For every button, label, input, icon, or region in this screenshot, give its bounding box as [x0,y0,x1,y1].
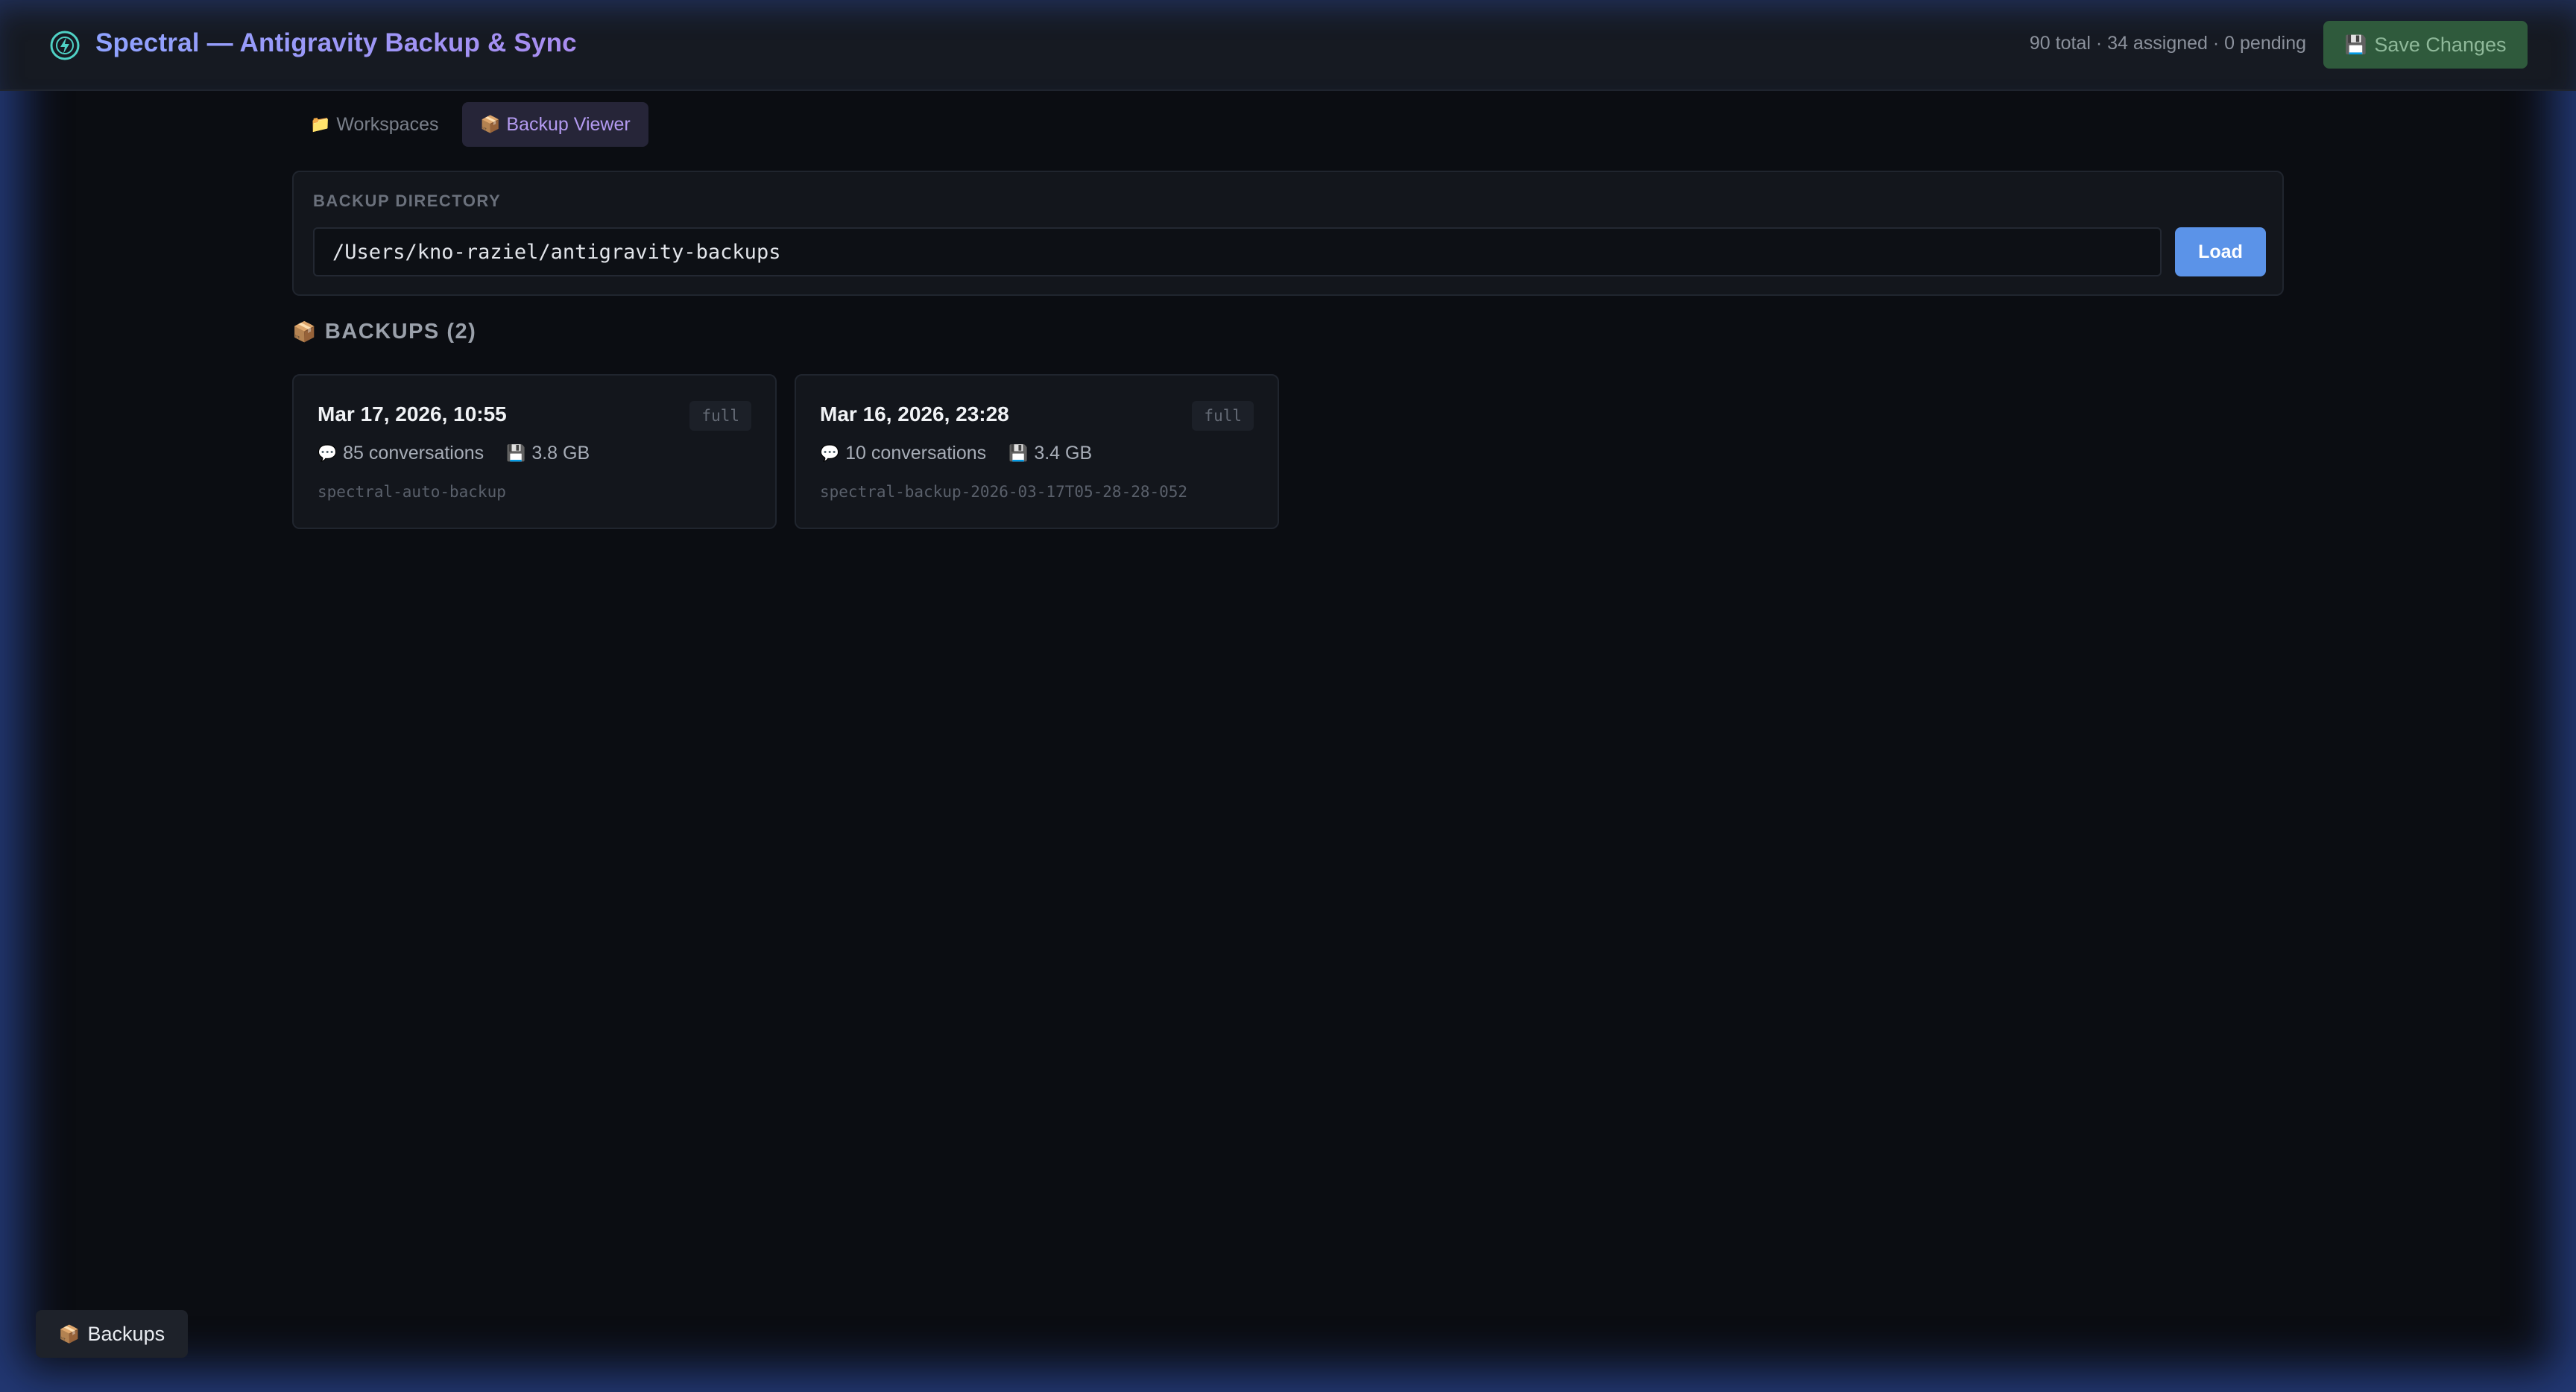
backup-date: Mar 17, 2026, 10:55 [318,402,507,425]
conversation-count-label: 85 conversations [343,443,484,464]
desktop-frame: Spectral — Antigravity Backup & Sync 90 … [0,0,2576,1392]
backup-directory-panel: BACKUP DIRECTORY Load [292,171,2284,296]
backup-name: spectral-auto-backup [318,483,506,501]
floppy-disk-icon: 💾 [506,444,526,462]
package-icon: 📦 [292,320,318,343]
backup-name: spectral-backup-2026-03-17T05-28-28-052 [820,483,1188,501]
lightning-bolt-icon [50,31,80,60]
stats-summary: 90 total · 34 assigned · 0 pending [2029,33,2306,54]
backup-meta: 💬 10 conversations 💾 3.4 GB [820,443,1092,464]
package-icon: 📦 [480,115,501,133]
conversation-count: 💬 10 conversations [820,443,986,464]
load-button[interactable]: Load [2175,227,2266,276]
backup-directory-label: BACKUP DIRECTORY [313,192,502,210]
app-window: Spectral — Antigravity Backup & Sync 90 … [0,0,2576,1392]
backup-meta: 💬 85 conversations 💾 3.8 GB [318,443,590,464]
backup-date: Mar 16, 2026, 23:28 [820,402,1009,425]
backups-section-title: BACKUPS (2) [324,320,477,344]
backups-pill-button[interactable]: 📦 Backups [36,1310,188,1358]
backup-type-badge: full [1192,401,1254,431]
speech-bubble-icon: 💬 [318,444,338,462]
tab-workspaces[interactable]: 📁 Workspaces [292,102,457,147]
backup-size: 💾 3.8 GB [506,443,590,464]
save-changes-button[interactable]: 💾 Save Changes [2323,21,2528,69]
save-changes-label: Save Changes [2374,33,2507,56]
backup-size-label: 3.8 GB [531,443,590,464]
conversation-count: 💬 85 conversations [318,443,484,464]
tab-workspaces-label: Workspaces [336,113,439,135]
conversation-count-label: 10 conversations [845,443,987,464]
backup-size: 💾 3.4 GB [1008,443,1092,464]
backups-pill-label: Backups [87,1322,165,1345]
folder-icon: 📁 [310,115,331,133]
package-icon: 📦 [58,1323,80,1344]
tab-backup-viewer[interactable]: 📦 Backup Viewer [462,102,648,147]
backup-type-badge: full [689,401,751,431]
tab-backup-viewer-label: Backup Viewer [506,113,631,135]
app-title: Spectral — Antigravity Backup & Sync [95,28,577,57]
backup-card[interactable]: Mar 17, 2026, 10:55 full 💬 85 conversati… [292,374,777,529]
backup-directory-input[interactable] [313,227,2162,276]
backups-section-heading: 📦 BACKUPS (2) [292,320,476,344]
backup-card[interactable]: Mar 16, 2026, 23:28 full 💬 10 conversati… [795,374,1279,529]
floppy-disk-icon: 💾 [1008,444,1029,462]
backup-size-label: 3.4 GB [1034,443,1093,464]
app-header: Spectral — Antigravity Backup & Sync 90 … [0,0,2576,91]
floppy-disk-icon: 💾 [2344,34,2367,55]
speech-bubble-icon: 💬 [820,444,840,462]
